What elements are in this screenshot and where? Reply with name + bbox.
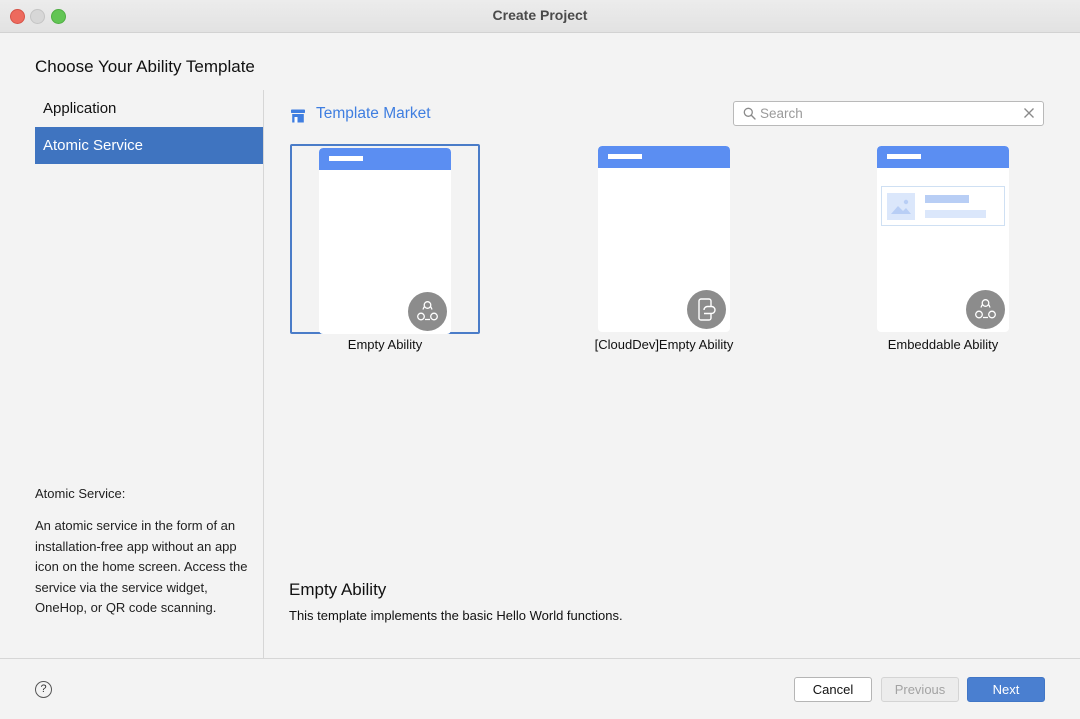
footer-divider	[0, 658, 1080, 659]
help-button[interactable]: ?	[35, 681, 52, 698]
atomic-service-icon	[408, 292, 447, 331]
image-placeholder-icon	[887, 193, 915, 220]
previous-button[interactable]: Previous	[881, 677, 959, 702]
atomic-service-icon	[966, 290, 1005, 329]
clear-search-icon[interactable]	[1023, 107, 1035, 119]
cancel-button[interactable]: Cancel	[794, 677, 872, 702]
category-help-text: An atomic service in the form of an inst…	[35, 518, 248, 615]
template-description-title: Empty Ability	[289, 580, 387, 599]
template-preview	[319, 148, 451, 334]
cloud-dev-icon	[687, 290, 726, 329]
template-card-clouddev-empty-ability[interactable]	[569, 144, 759, 334]
preview-title-bar	[598, 146, 730, 168]
template-card-empty-ability[interactable]	[290, 144, 480, 334]
search-input[interactable]	[760, 104, 1015, 123]
store-icon	[291, 109, 305, 123]
title-bar: Create Project	[0, 0, 1080, 33]
template-preview	[877, 146, 1009, 332]
preview-title-bar	[877, 146, 1009, 168]
template-label: Empty Ability	[347, 337, 423, 352]
search-icon	[743, 107, 756, 120]
embedded-content-preview	[881, 186, 1005, 226]
nav-item-application[interactable]: Application	[35, 90, 263, 127]
window-title: Create Project	[492, 7, 588, 23]
preview-title-bar	[319, 148, 451, 170]
template-card-embeddable-ability[interactable]	[848, 144, 1038, 334]
vertical-divider	[263, 90, 264, 658]
template-market-link[interactable]: Template Market	[316, 105, 431, 123]
template-preview	[598, 146, 730, 332]
category-help-title: Atomic Service:	[35, 486, 126, 501]
search-box	[733, 101, 1044, 126]
template-label: [CloudDev]Empty Ability	[594, 337, 734, 352]
template-category-nav: Application Atomic Service	[35, 90, 263, 164]
template-label: Embeddable Ability	[887, 337, 999, 352]
template-description-text: This template implements the basic Hello…	[289, 608, 623, 623]
next-button[interactable]: Next	[967, 677, 1045, 702]
page-heading: Choose Your Ability Template	[35, 57, 255, 76]
nav-item-atomic-service[interactable]: Atomic Service	[35, 127, 263, 164]
create-project-window: Create Project Choose Your Ability Templ…	[0, 0, 1080, 719]
